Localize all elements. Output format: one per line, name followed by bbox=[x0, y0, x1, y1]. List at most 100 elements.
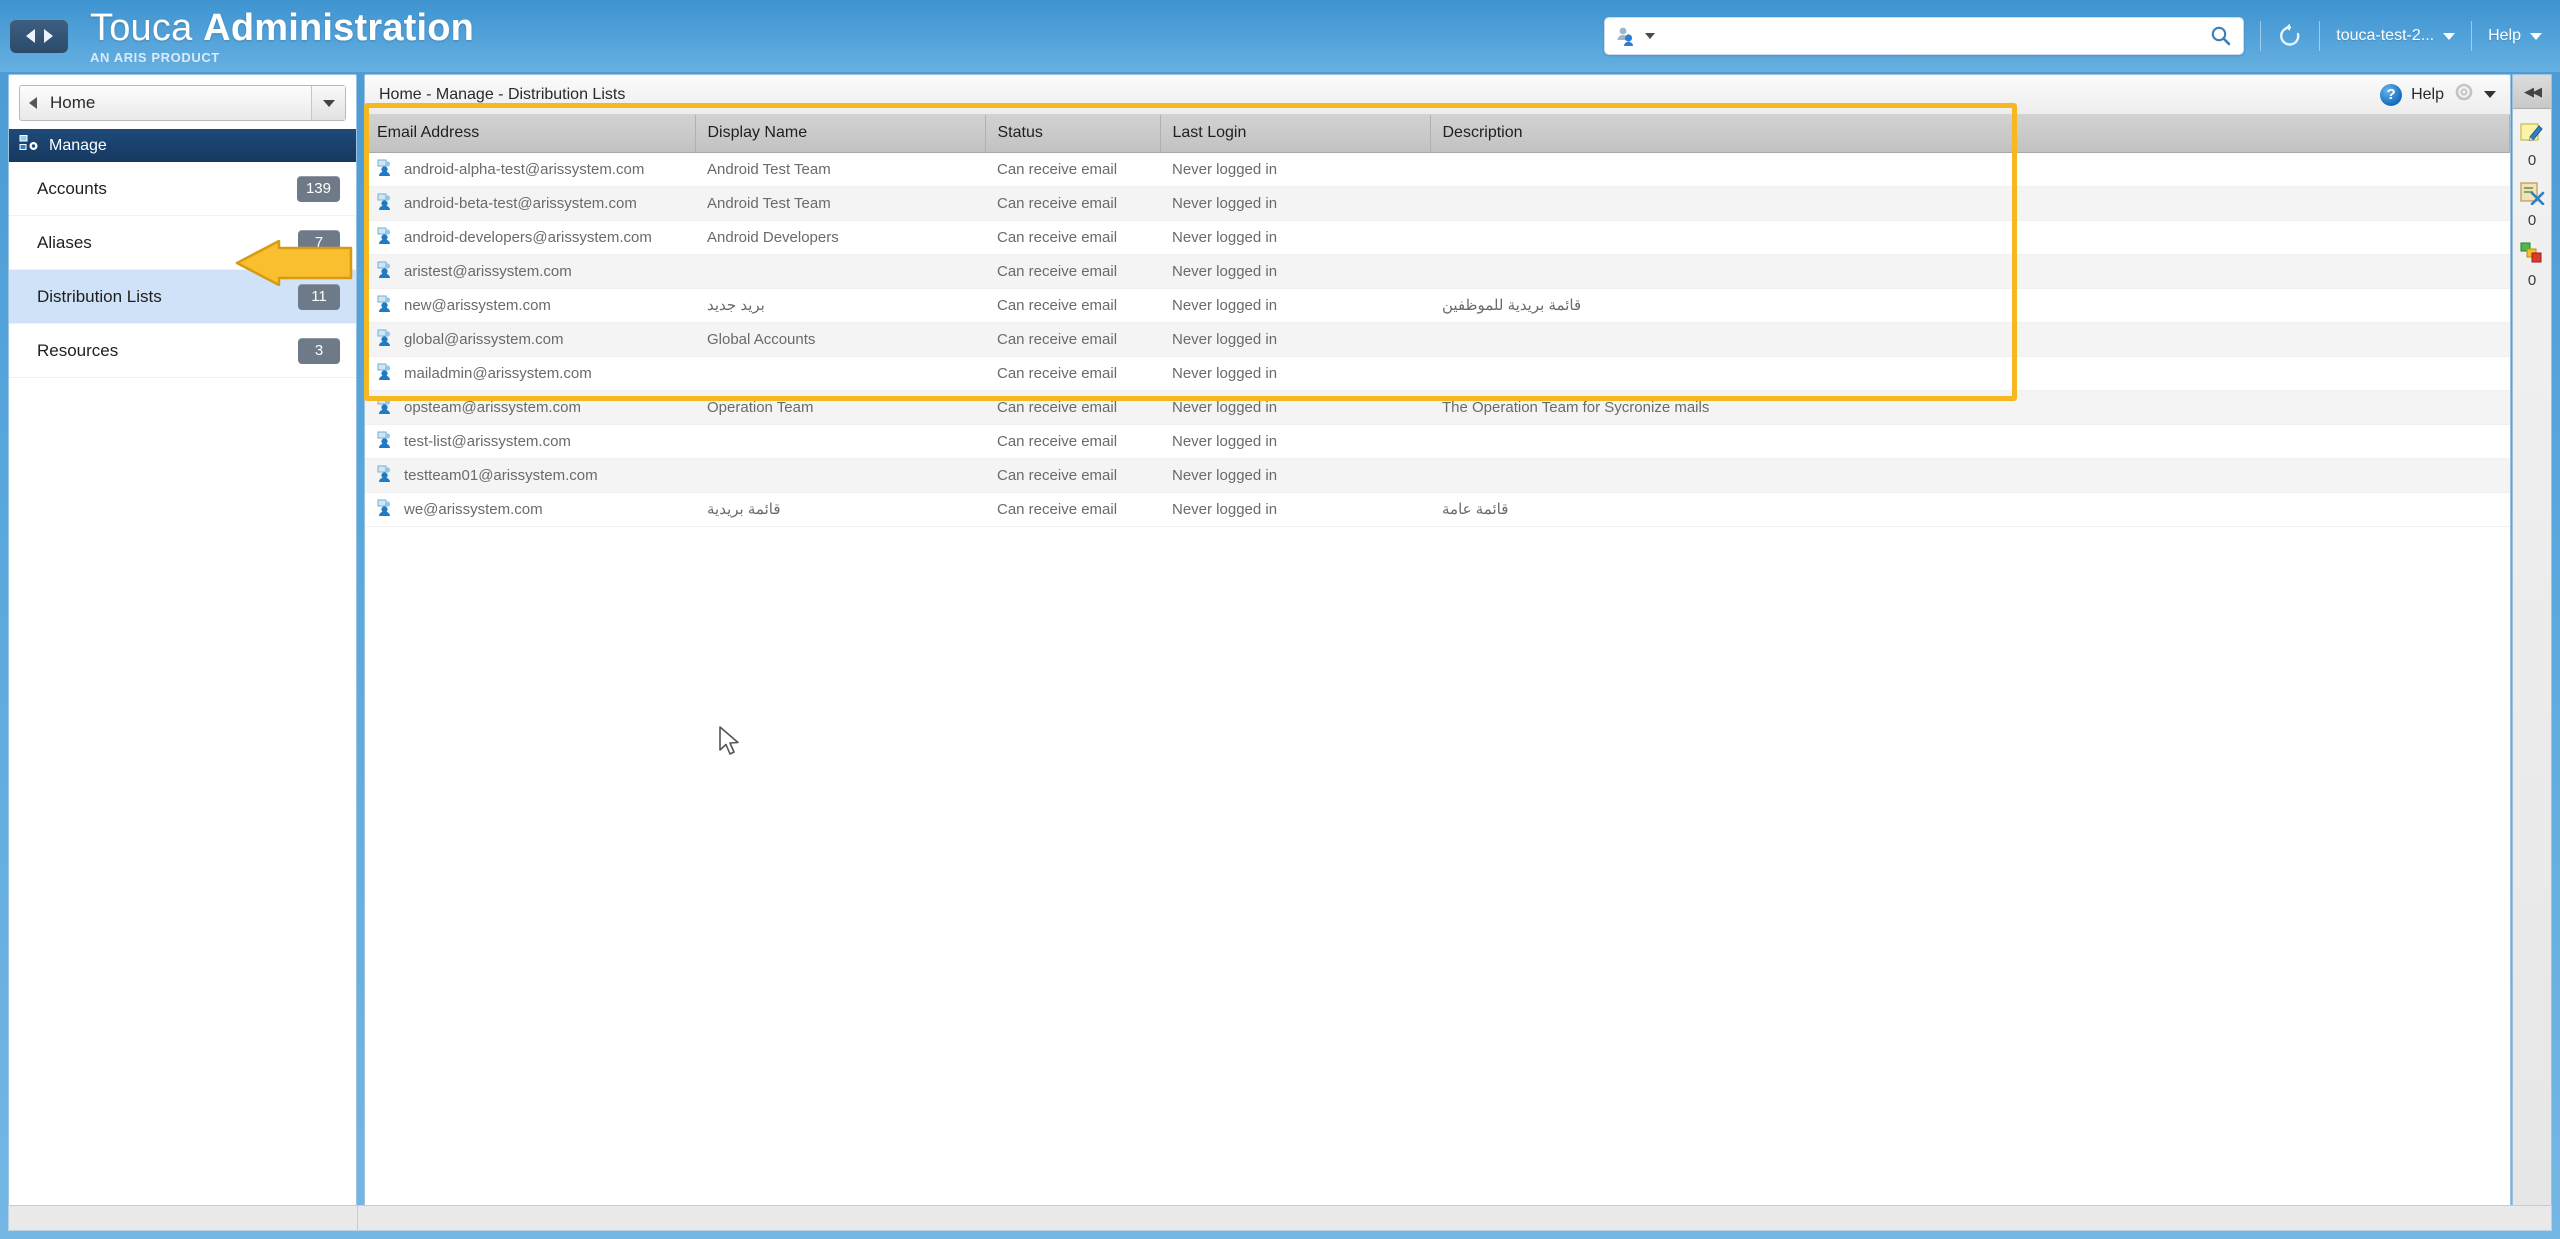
sidebar-section-manage[interactable]: Manage bbox=[9, 129, 356, 162]
cell-description bbox=[1430, 424, 2510, 459]
user-account-menu[interactable]: touca-test-2... bbox=[2336, 27, 2456, 45]
cell-description bbox=[1430, 322, 2510, 357]
search-scope-icon[interactable] bbox=[1611, 25, 1641, 47]
search-scope-caret-icon[interactable] bbox=[1645, 33, 1656, 39]
chevron-down-icon[interactable] bbox=[2443, 32, 2456, 40]
cell-email-text: android-beta-test@arissystem.com bbox=[404, 194, 637, 212]
cell-display-name bbox=[695, 458, 985, 493]
refresh-icon[interactable] bbox=[2277, 23, 2303, 49]
home-selector-dropdown[interactable]: Home bbox=[19, 85, 346, 121]
distribution-list-icon bbox=[377, 159, 395, 180]
cell-email-address: mailadmin@arissystem.com bbox=[365, 356, 695, 391]
cell-email-address: we@arissystem.com bbox=[365, 492, 695, 527]
table-body: android-alpha-test@arissystem.com Android… bbox=[365, 152, 2510, 527]
cell-status: Can receive email bbox=[985, 356, 1160, 391]
table-row[interactable]: test-list@arissystem.com Can receive emai… bbox=[365, 424, 2510, 459]
cell-email-text: new@arissystem.com bbox=[404, 296, 551, 314]
distribution-list-icon bbox=[377, 397, 395, 418]
table-row[interactable]: opsteam@arissystem.com Operation Team Can … bbox=[365, 390, 2510, 425]
cell-last-login: Never logged in bbox=[1160, 492, 1430, 527]
table-row[interactable]: android-beta-test@arissystem.com Android … bbox=[365, 186, 2510, 221]
table-row[interactable]: mailadmin@arissystem.com Can receive emai… bbox=[365, 356, 2510, 391]
sidebar-item-aliases[interactable]: Aliases 7 bbox=[9, 216, 356, 270]
cell-email-address: test-list@arissystem.com bbox=[365, 424, 695, 459]
help-menu[interactable]: Help bbox=[2488, 27, 2542, 45]
table-row[interactable]: android-developers@arissystem.com Android… bbox=[365, 220, 2510, 255]
sidebar-item-resources[interactable]: Resources 3 bbox=[9, 324, 356, 378]
triangle-left-icon[interactable] bbox=[25, 29, 35, 43]
cell-status: Can receive email bbox=[985, 254, 1160, 289]
distribution-lists-table: Email Address Display Name Status Last L… bbox=[365, 115, 2510, 527]
cell-last-login: Never logged in bbox=[1160, 424, 1430, 459]
collapse-right-icon[interactable]: ◀◀ bbox=[2513, 75, 2551, 109]
table-row[interactable]: global@arissystem.com Global Accounts Can … bbox=[365, 322, 2510, 357]
header-divider-1 bbox=[2260, 21, 2262, 51]
cell-display-name: قائمة بريدية bbox=[695, 492, 985, 527]
table-row[interactable]: we@arissystem.com قائمة بريدية Can receive… bbox=[365, 492, 2510, 527]
rail-count: 0 bbox=[2527, 272, 2537, 289]
content-help-label[interactable]: Help bbox=[2411, 86, 2444, 104]
table-row[interactable]: new@arissystem.com بريد جديد Can receive e… bbox=[365, 288, 2510, 323]
cell-display-name: Android Developers bbox=[695, 220, 985, 255]
chevron-down-icon[interactable] bbox=[322, 99, 335, 107]
cell-description: The Operation Team for Sycronize mails bbox=[1430, 390, 2510, 425]
table-row[interactable]: android-alpha-test@arissystem.com Android… bbox=[365, 152, 2510, 187]
search-input[interactable] bbox=[1655, 18, 2200, 54]
sidebar-item-accounts[interactable]: Accounts 139 bbox=[9, 162, 356, 216]
chevron-down-icon[interactable] bbox=[2484, 91, 2496, 98]
sidebar-item-distribution-lists[interactable]: Distribution Lists 11 bbox=[9, 270, 356, 324]
cell-email-text: test-list@arissystem.com bbox=[404, 432, 571, 450]
cell-email-text: global@arissystem.com bbox=[404, 330, 564, 348]
cell-last-login: Never logged in bbox=[1160, 152, 1430, 187]
triangle-right-icon[interactable] bbox=[43, 29, 53, 43]
tasks-clipboard-icon[interactable] bbox=[2519, 181, 2545, 210]
gear-icon[interactable] bbox=[2453, 81, 2475, 108]
left-sidebar: Home Manage Accounts 139 Aliases 7 Distr… bbox=[8, 74, 357, 1222]
cell-email-text: android-developers@arissystem.com bbox=[404, 228, 652, 246]
magnifier-icon[interactable] bbox=[2199, 24, 2243, 48]
column-header-status[interactable]: Status bbox=[985, 115, 1161, 153]
cell-display-name bbox=[695, 424, 985, 459]
table-row[interactable]: testteam01@arissystem.com Can receive ema… bbox=[365, 458, 2510, 493]
column-header-email-address[interactable]: Email Address bbox=[365, 115, 696, 153]
table-header: Email Address Display Name Status Last L… bbox=[365, 115, 2510, 153]
cell-description bbox=[1430, 254, 2510, 289]
home-selector-caret[interactable] bbox=[311, 86, 345, 120]
column-header-last-login[interactable]: Last Login bbox=[1160, 115, 1431, 153]
table-row[interactable]: aristest@arissystem.com Can receive email… bbox=[365, 254, 2510, 289]
header-divider-2 bbox=[2319, 21, 2321, 51]
cell-description bbox=[1430, 152, 2510, 187]
sidebar-section-label: Manage bbox=[49, 136, 107, 154]
cell-description: قائمة عامة bbox=[1430, 492, 2510, 527]
cell-last-login: Never logged in bbox=[1160, 356, 1430, 391]
page-title: Touca Administration bbox=[90, 6, 475, 49]
column-header-description[interactable]: Description bbox=[1430, 115, 2510, 153]
cell-display-name: بريد جديد bbox=[695, 288, 985, 323]
cell-last-login: Never logged in bbox=[1160, 254, 1430, 289]
help-question-icon[interactable]: ? bbox=[2380, 83, 2403, 106]
chevron-left-icon[interactable] bbox=[20, 86, 46, 120]
search-box[interactable] bbox=[1604, 17, 2245, 55]
sidebar-item-badge: 139 bbox=[296, 175, 340, 202]
rail-group-tasks[interactable]: 0 bbox=[2519, 181, 2545, 229]
cell-display-name: Android Test Team bbox=[695, 152, 985, 187]
home-selector-label: Home bbox=[50, 93, 96, 112]
cell-status: Can receive email bbox=[985, 458, 1160, 493]
nav-back-forward-buttons[interactable] bbox=[10, 19, 68, 53]
rail-group-alerts[interactable]: 0 bbox=[2519, 241, 2545, 289]
distribution-list-icon bbox=[377, 261, 395, 282]
cell-last-login: Never logged in bbox=[1160, 186, 1430, 221]
distribution-list-icon bbox=[377, 499, 395, 520]
rail-group-notes[interactable]: 0 bbox=[2519, 121, 2545, 169]
cell-status: Can receive email bbox=[985, 322, 1160, 357]
cell-status: Can receive email bbox=[985, 220, 1160, 255]
cell-email-address: android-alpha-test@arissystem.com bbox=[365, 152, 695, 187]
chevron-down-icon[interactable] bbox=[2530, 32, 2542, 40]
cell-email-address: global@arissystem.com bbox=[365, 322, 695, 357]
application-window: Touca Administration AN ARIS PRODUCT tou… bbox=[0, 0, 2560, 1239]
column-header-display-name[interactable]: Display Name bbox=[695, 115, 986, 153]
notes-pencil-icon[interactable] bbox=[2519, 121, 2545, 150]
alerts-blocks-icon[interactable] bbox=[2519, 241, 2545, 270]
right-rail: ◀◀ 0 0 0 bbox=[2512, 74, 2552, 1222]
rail-count: 0 bbox=[2527, 212, 2537, 229]
